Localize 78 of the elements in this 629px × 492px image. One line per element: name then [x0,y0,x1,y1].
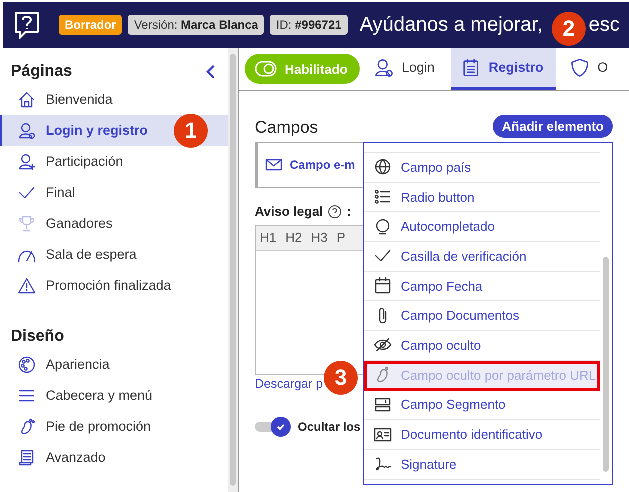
hide-label: Ocultar los [298,420,361,434]
step-marker: 3 [324,361,358,395]
sidebar-item[interactable]: Promoción finalizada [0,270,228,301]
item-label: Sala de espera [46,247,137,262]
sidebar-item[interactable]: Sala de espera [0,239,228,270]
item-label: Promoción finalizada [46,278,172,293]
scrollbar-thumb[interactable] [603,257,609,472]
dropdown-item[interactable]: Campo Fecha [364,272,600,302]
calendar-icon [374,277,392,296]
section-title: Campos [255,118,318,138]
dropdown-item[interactable]: Signature [364,450,600,480]
help-icon[interactable] [328,204,342,218]
version-badge: Versión: Marca Blanca [128,15,264,35]
check-icon [276,422,286,432]
item-label: Final [46,185,76,200]
user-icon [374,58,394,78]
globe-icon [374,158,392,176]
item-label: Avanzado [46,450,106,465]
dropdown-item[interactable]: Autocompletado [364,212,600,242]
download-link[interactable]: Descargar p [255,377,324,391]
eye-off-icon [374,336,392,354]
trophy-icon [18,214,36,232]
scrollbar-thumb[interactable] [230,54,236,486]
dropdown-item[interactable]: Campo Segmento [364,390,600,420]
dropdown-item[interactable]: Campo país [364,153,600,183]
format-button[interactable]: H3 [311,230,328,246]
add-element-button[interactable]: Añadir elemento [493,115,613,138]
item-label: Pie de promoción [46,419,152,434]
feedback-banner[interactable]: Ayúdanos a mejorar, [360,14,543,36]
warning-icon [18,276,36,294]
item-label: Cabecera y menú [46,388,153,403]
step-marker: 1 [174,114,208,148]
section-title: Páginas [11,63,72,81]
sidebar-item[interactable]: Pie de promoción [0,411,228,442]
palette-icon [18,356,36,374]
sidebar-item[interactable]: Final [0,177,228,208]
legal-label: Aviso legal [255,204,324,219]
feedback-banner[interactable]: esc [588,14,620,36]
dropdown-item[interactable]: Radio button [364,182,600,212]
tab[interactable]: Login [364,48,447,90]
help-logo-icon[interactable] [13,10,41,40]
format-button[interactable]: H2 [286,230,302,246]
user-icon [18,122,36,140]
sidebar-item[interactable]: Avanzado [0,442,228,473]
sidebar-item[interactable]: Apariencia [0,349,228,380]
sidebar-item[interactable]: Cabecera y menú [0,380,228,411]
id-badge: ID: #996721 [270,15,348,35]
item-label: Participación [46,154,124,169]
legal-colon: : [347,204,352,219]
format-button[interactable]: H1 [260,230,277,246]
form-icon [374,396,392,414]
bulb-icon [374,218,392,236]
signature-icon [374,455,392,474]
sidebar-item[interactable]: Bienvenida [0,84,228,115]
item-label: Bienvenida [46,92,113,107]
format-button[interactable]: P [336,230,346,246]
dropdown-item[interactable]: Casilla de verificación [364,242,600,272]
section-title: Diseño [11,328,64,346]
sidebar-item[interactable]: Login y registro 1 [0,115,228,146]
item-label: Login y registro [46,123,148,138]
list-icon [374,188,392,206]
item-label: Apariencia [46,357,110,372]
collapse-icon[interactable] [206,64,216,80]
sidebar-item[interactable]: Participación [0,146,228,177]
clipboard-icon [460,58,481,78]
user-plus-icon [18,152,36,170]
id-card-icon [374,426,392,444]
scroll-icon [18,448,36,466]
dropdown-item[interactable]: Documento identificativo [364,420,600,450]
tab[interactable]: Registro [450,48,556,90]
sidebar-item[interactable]: Ganadores [0,208,228,239]
status-badge: Borrador [59,15,122,35]
tab[interactable]: O [560,48,620,90]
dropdown-item[interactable]: Campo Documentos [364,301,600,332]
house-icon [18,90,36,108]
shield-icon [570,58,590,78]
item-label: Ganadores [46,216,113,231]
toggle-icon [255,61,277,77]
